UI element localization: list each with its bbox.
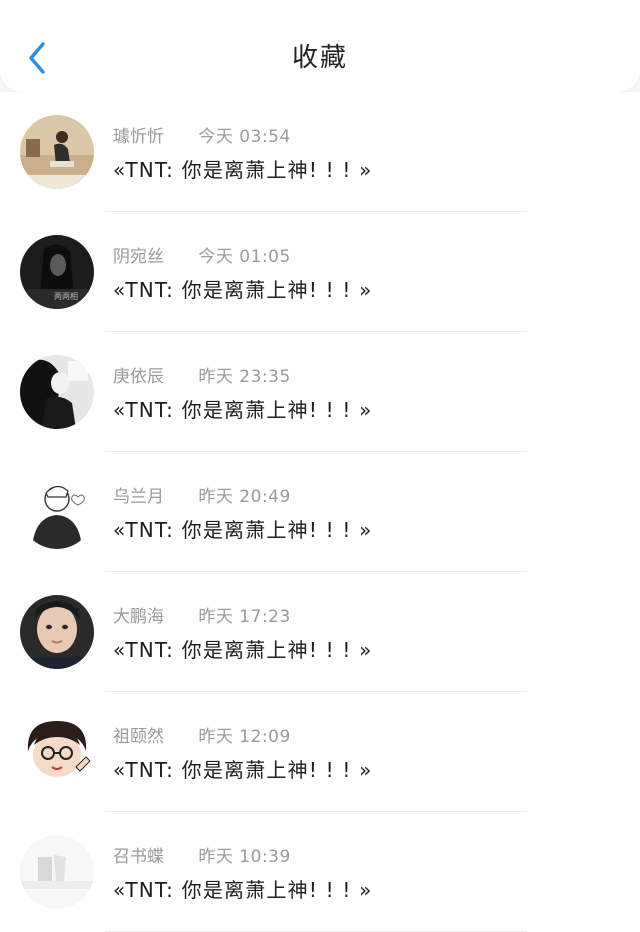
sender-name: 大鹏海 bbox=[113, 607, 164, 627]
sender-name: 召书蝶 bbox=[113, 847, 164, 867]
top-bar: 收藏 bbox=[0, 0, 640, 92]
timestamp: 今天 03:54 bbox=[198, 127, 291, 147]
message-text: «TNT: 你是离萧上神! ! ! » bbox=[113, 158, 373, 182]
sender-name: 璩忻忻 bbox=[113, 127, 164, 147]
photo-avatar-warm-icon bbox=[20, 115, 94, 189]
favorite-item[interactable]: 乌兰月 昨天 20:49 «TNT: 你是离萧上神! ! ! » bbox=[0, 452, 640, 572]
user-avatar[interactable] bbox=[20, 355, 94, 429]
avatar-caption: 两两相 bbox=[54, 291, 78, 301]
message-text: «TNT: 你是离萧上神! ! ! » bbox=[113, 398, 373, 422]
timestamp: 昨天 12:09 bbox=[198, 727, 291, 747]
favorite-item[interactable]: 两两相 阴宛丝 今天 01:05 «TNT: 你是离萧上神! ! ! » bbox=[0, 212, 640, 332]
message-meta: 大鹏海 昨天 17:23 bbox=[113, 602, 291, 628]
favorite-item[interactable]: 祖颐然 昨天 12:09 «TNT: 你是离萧上神! ! ! » bbox=[0, 692, 640, 812]
message-meta: 召书蝶 昨天 10:39 bbox=[113, 842, 291, 868]
user-avatar[interactable] bbox=[20, 835, 94, 909]
message-text: «TNT: 你是离萧上神! ! ! » bbox=[113, 278, 373, 302]
message-meta: 庚依辰 昨天 23:35 bbox=[113, 362, 291, 388]
timestamp: 昨天 17:23 bbox=[198, 607, 291, 627]
sender-name: 祖颐然 bbox=[113, 727, 164, 747]
user-avatar[interactable]: 两两相 bbox=[20, 235, 94, 309]
timestamp: 昨天 23:35 bbox=[198, 367, 291, 387]
message-text: «TNT: 你是离萧上神! ! ! » bbox=[113, 518, 373, 542]
favorite-item[interactable]: 召书蝶 昨天 10:39 «TNT: 你是离萧上神! ! ! » bbox=[0, 812, 640, 932]
timestamp: 昨天 20:49 bbox=[198, 487, 291, 507]
message-meta: 阴宛丝 今天 01:05 bbox=[113, 242, 291, 268]
timestamp: 今天 01:05 bbox=[198, 247, 291, 267]
sender-name: 阴宛丝 bbox=[113, 247, 164, 267]
message-meta: 璩忻忻 今天 03:54 bbox=[113, 122, 291, 148]
message-meta: 乌兰月 昨天 20:49 bbox=[113, 482, 291, 508]
message-text: «TNT: 你是离萧上神! ! ! » bbox=[113, 638, 373, 662]
message-text: «TNT: 你是离萧上神! ! ! » bbox=[113, 878, 373, 902]
user-avatar[interactable] bbox=[20, 115, 94, 189]
photo-avatar-face-icon bbox=[20, 595, 94, 669]
photo-avatar-dark-icon: 两两相 bbox=[20, 235, 94, 309]
favorite-item[interactable]: 大鹏海 昨天 17:23 «TNT: 你是离萧上神! ! ! » bbox=[0, 572, 640, 692]
favorite-item[interactable]: 庚依辰 昨天 23:35 «TNT: 你是离萧上神! ! ! » bbox=[0, 332, 640, 452]
sender-name: 庚依辰 bbox=[113, 367, 164, 387]
cartoon-avatar-icon bbox=[20, 715, 94, 789]
user-avatar[interactable] bbox=[20, 475, 94, 549]
photo-avatar-bw-icon bbox=[20, 355, 94, 429]
message-text: «TNT: 你是离萧上神! ! ! » bbox=[113, 758, 373, 782]
sketch-avatar-icon bbox=[20, 475, 94, 549]
sender-name: 乌兰月 bbox=[113, 487, 164, 507]
page-title: 收藏 bbox=[291, 43, 348, 73]
timestamp: 昨天 10:39 bbox=[198, 847, 291, 867]
favorites-list: 璩忻忻 今天 03:54 «TNT: 你是离萧上神! ! ! » 两两相 阴宛丝… bbox=[0, 92, 640, 932]
favorite-item[interactable]: 璩忻忻 今天 03:54 «TNT: 你是离萧上神! ! ! » bbox=[0, 92, 640, 212]
faded-avatar-icon bbox=[20, 835, 94, 909]
message-meta: 祖颐然 昨天 12:09 bbox=[113, 722, 291, 748]
user-avatar[interactable] bbox=[20, 715, 94, 789]
user-avatar[interactable] bbox=[20, 595, 94, 669]
